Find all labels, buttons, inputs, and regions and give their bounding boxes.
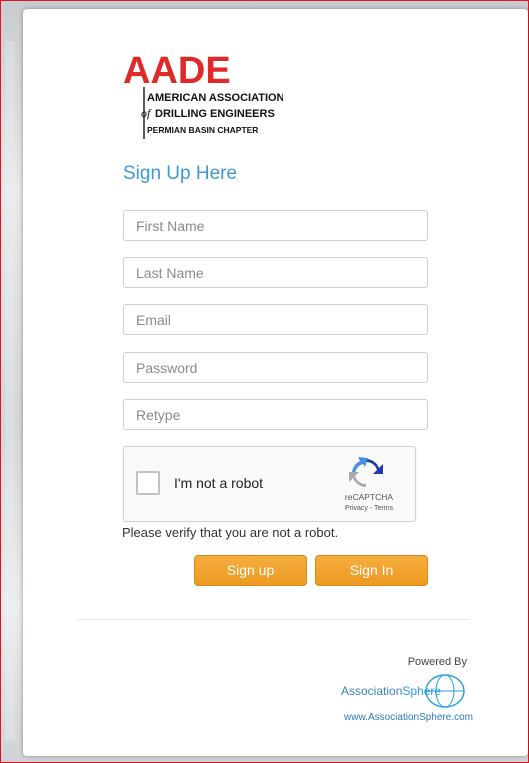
recaptcha-label: I'm not a robot [174,475,264,491]
logo-mark: AADE [123,51,231,92]
recaptcha-brand: reCAPTCHA [344,492,394,502]
logo-line2: DRILLING ENGINEERS [155,108,275,120]
footer-divider [77,619,470,620]
recaptcha-widget: I'm not a robot reCAPTCHA Privacy - Term… [123,446,416,522]
email-input[interactable] [123,304,428,335]
logo-line2-prefix: of [141,106,152,120]
first-name-input[interactable] [123,210,428,241]
background-texture [5,41,15,741]
associationsphere-brand: AssociationSphere [341,684,441,698]
associationsphere-url-link[interactable]: www.AssociationSphere.com [344,712,473,723]
powered-by-label: Powered By [407,656,467,668]
recaptcha-terms-link[interactable]: Terms [374,505,393,512]
recaptcha-logo-icon [348,456,384,490]
logo-line1: AMERICAN ASSOCIATION [147,92,283,104]
page-title: Sign Up Here [123,163,238,184]
signin-button[interactable]: Sign In [315,555,428,586]
last-name-input[interactable] [123,257,428,288]
recaptcha-checkbox[interactable] [136,471,160,495]
brand-prefix: Association [341,684,403,698]
browser-frame: AADE AMERICAN ASSOCIATION of DRILLING EN… [0,0,529,763]
recaptcha-links: Privacy - Terms [334,505,404,512]
verify-message: Please verify that you are not a robot. [122,525,339,540]
signup-button[interactable]: Sign up [194,555,307,586]
signup-card: AADE AMERICAN ASSOCIATION of DRILLING EN… [23,9,528,756]
aade-logo: AADE AMERICAN ASSOCIATION of DRILLING EN… [123,51,283,147]
brand-suffix: Sphere [402,684,442,698]
retype-password-input[interactable] [123,399,428,430]
logo-line3: PERMIAN BASIN CHAPTER [147,125,258,135]
password-input[interactable] [123,352,428,383]
recaptcha-privacy-link[interactable]: Privacy [345,505,368,512]
